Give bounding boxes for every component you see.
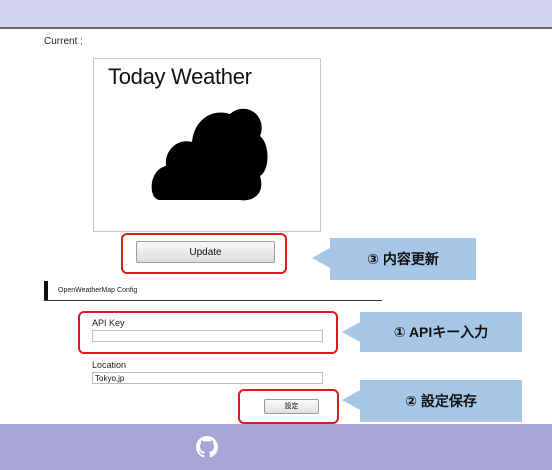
callout-update-arrow [312,248,330,268]
api-key-highlight [78,311,338,354]
current-label: Current : [44,36,83,47]
callout-update: ③ 内容更新 [330,238,476,280]
preview-title: Today Weather [108,64,252,89]
location-label: Location [92,360,127,370]
update-highlight [121,233,287,274]
cloud-icon [151,108,268,201]
location-input[interactable] [92,372,323,384]
section-title: OpenWeatherMap Config [58,287,138,294]
github-icon[interactable] [196,436,218,458]
footer [0,424,552,470]
save-highlight [238,389,339,424]
top-bar [0,0,552,29]
callout-api-key-arrow [342,322,360,342]
callout-save: ② 設定保存 [360,380,522,422]
section-divider [44,300,382,301]
callout-api-key: ① APIキー入力 [360,312,522,352]
section-marker [44,281,48,301]
callout-save-arrow [342,390,360,410]
